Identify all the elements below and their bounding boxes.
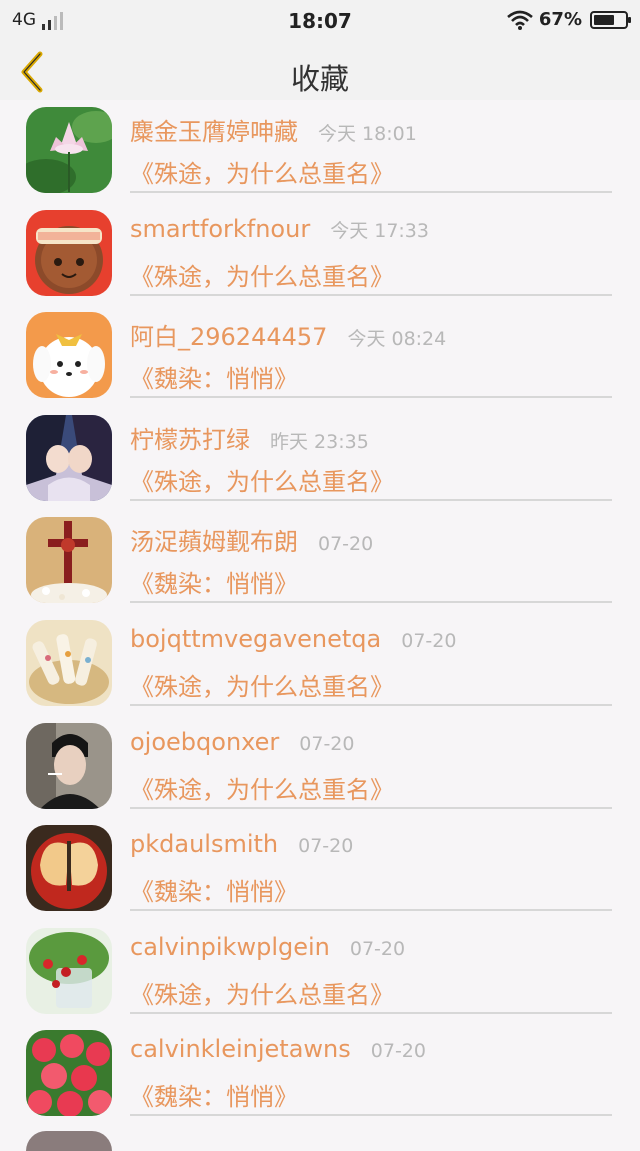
divider — [130, 703, 612, 706]
battery-icon — [590, 10, 631, 29]
topic-title[interactable]: 《魏染：悄悄》 — [130, 872, 298, 907]
list-item[interactable]: calvinpikwplgein 07-20 《殊途，为什么总重名》 — [0, 921, 640, 1024]
list-item[interactable]: 阿白_296244457 今天 08:24 《魏染：悄悄》 — [0, 305, 640, 408]
wifi-icon — [507, 10, 533, 30]
topic-title[interactable]: 《魏染：悄悄》 — [130, 564, 298, 599]
timestamp: 07-20 — [318, 533, 374, 556]
divider — [130, 601, 612, 604]
topic-title[interactable]: 《魏染：悄悄》 — [130, 1077, 298, 1112]
avatar[interactable] — [26, 619, 112, 706]
list-item[interactable]: 汤浞蘋姆觐布朗 07-20 《魏染：悄悄》 — [0, 510, 640, 613]
timestamp: 07-20 — [370, 1040, 426, 1063]
battery-percent: 67% — [538, 9, 582, 30]
avatar[interactable] — [26, 1030, 112, 1117]
timestamp: 07-20 — [349, 937, 406, 960]
avatar[interactable] — [26, 107, 112, 193]
list-item[interactable]: ojoebqonxer 07-20 《殊途，为什么总重名》 — [0, 716, 640, 819]
topic-title[interactable]: 《殊途，为什么总重名》 — [130, 257, 394, 292]
avatar[interactable] — [26, 1131, 112, 1151]
topic-title[interactable]: 《殊途，为什么总重名》 — [130, 154, 394, 189]
divider — [130, 191, 612, 193]
timestamp: 07-20 — [298, 835, 354, 858]
list-item[interactable]: 柠檬苏打绿 昨天 23:35 《殊途，为什么总重名》 — [0, 408, 640, 511]
topic-title[interactable]: 《殊途，为什么总重名》 — [130, 770, 394, 805]
user-name[interactable]: calvinpikwplgein 07-20 — [130, 933, 405, 961]
user-name[interactable]: 麋金玉膺婷呻藏 今天 18:01 — [130, 112, 417, 147]
divider — [130, 396, 612, 399]
avatar[interactable] — [26, 927, 112, 1014]
avatar[interactable] — [26, 825, 112, 912]
timestamp: 今天 17:33 — [330, 219, 429, 242]
avatar[interactable] — [26, 517, 112, 604]
user-name[interactable]: pkdaulsmith 07-20 — [130, 830, 353, 858]
list-item[interactable]: smartforkfnour 今天 17:33 《殊途，为什么总重名》 — [0, 203, 640, 306]
avatar[interactable] — [26, 414, 112, 501]
user-name[interactable]: smartforkfnour 今天 17:33 — [130, 215, 429, 243]
avatar[interactable] — [26, 722, 112, 809]
list-item[interactable]: 麋金玉膺婷呻藏 今天 18:01 《殊途，为什么总重名》 — [0, 100, 640, 203]
user-name[interactable]: 柠檬苏打绿 昨天 23:35 — [130, 420, 369, 455]
avatar[interactable] — [26, 312, 112, 399]
divider — [130, 498, 612, 501]
user-name[interactable]: 阿白_296244457 今天 08:24 — [130, 317, 446, 352]
user-name[interactable]: calvinkleinjetawns 07-20 — [130, 1035, 426, 1063]
list-item[interactable]: calvinkleinjetawns 07-20 《魏染：悄悄》 — [0, 1023, 640, 1126]
avatar[interactable] — [26, 209, 112, 296]
status-right: 67% — [507, 9, 631, 30]
divider — [130, 293, 612, 296]
list-item[interactable]: pkdaulsmith 07-20 《魏染：悄悄》 — [0, 818, 640, 921]
topic-title[interactable]: 《魏染：悄悄》 — [130, 359, 298, 394]
divider — [130, 909, 612, 912]
topic-title[interactable]: 《殊途，为什么总重名》 — [130, 462, 394, 497]
list-item[interactable]: bojqttmvegavenetqa 07-20 《殊途，为什么总重名》 — [0, 613, 640, 716]
status-bar: 4G 18:07 67% — [0, 0, 640, 42]
topic-title[interactable]: 《殊途，为什么总重名》 — [130, 667, 394, 702]
timestamp: 今天 08:24 — [347, 328, 447, 351]
divider — [130, 806, 612, 809]
user-name[interactable]: 汤浞蘋姆觐布朗 07-20 — [130, 522, 373, 557]
timestamp: 07-20 — [299, 732, 355, 755]
divider — [130, 1011, 612, 1014]
favorites-list: 麋金玉膺婷呻藏 今天 18:01 《殊途，为什么总重名》 smartforkfno… — [0, 100, 640, 1126]
topic-title[interactable]: 《殊途，为什么总重名》 — [130, 975, 394, 1010]
user-name[interactable]: ojoebqonxer 07-20 — [130, 728, 354, 756]
timestamp: 昨天 23:35 — [270, 430, 369, 453]
user-name[interactable]: bojqttmvegavenetqa 07-20 — [130, 625, 456, 653]
page-title: 收藏 — [290, 62, 349, 96]
timestamp: 07-20 — [401, 629, 457, 652]
header: 收藏 — [0, 42, 640, 100]
timestamp: 今天 18:01 — [318, 123, 417, 145]
divider — [130, 1114, 612, 1117]
